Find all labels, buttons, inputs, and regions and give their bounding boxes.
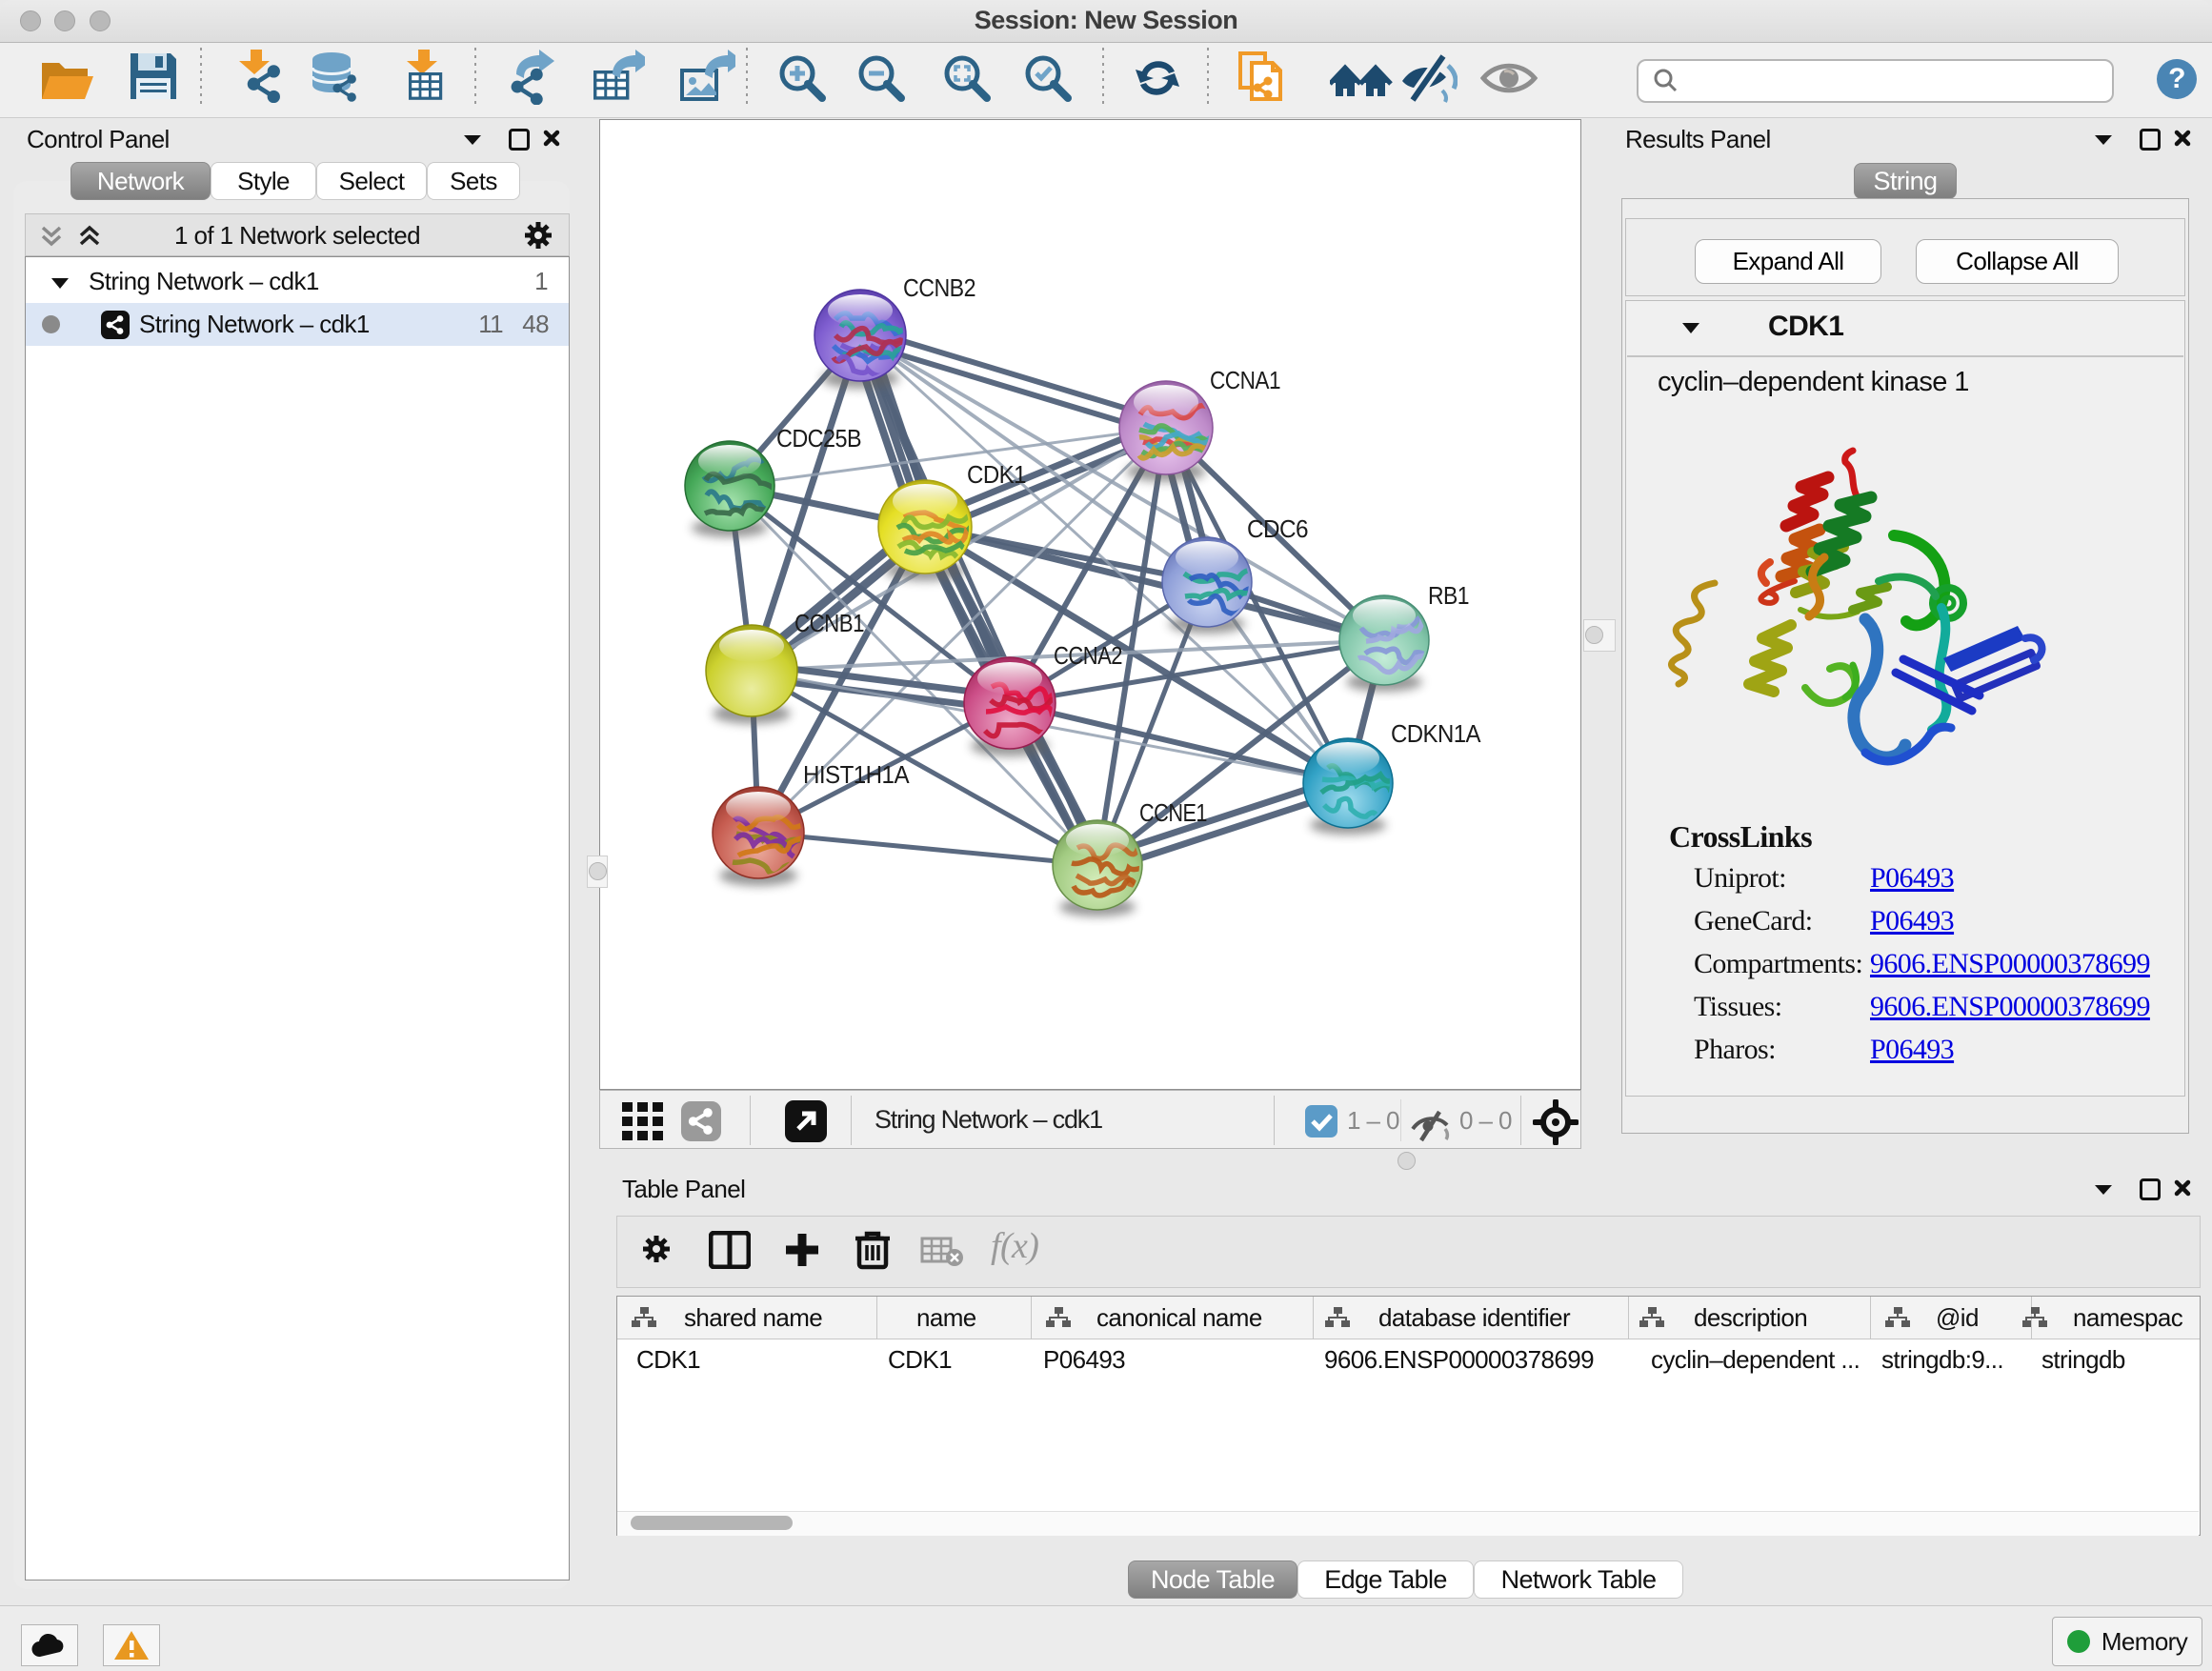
svg-text:CDC25B: CDC25B — [776, 424, 861, 453]
svg-text:CDC6: CDC6 — [1247, 514, 1308, 543]
svg-text:?: ? — [2168, 63, 2185, 94]
svg-text:CCNA2: CCNA2 — [1054, 641, 1122, 670]
svg-text:CDK1: CDK1 — [967, 460, 1026, 489]
svg-text:CCNE1: CCNE1 — [1139, 798, 1207, 827]
svg-text:RB1: RB1 — [1428, 581, 1469, 610]
svg-text:CDKN1A: CDKN1A — [1391, 719, 1481, 748]
svg-text:CCNA1: CCNA1 — [1210, 366, 1280, 394]
svg-text:HIST1H1A: HIST1H1A — [803, 760, 910, 789]
svg-text:CCNB2: CCNB2 — [903, 273, 975, 302]
svg-text:CCNB1: CCNB1 — [794, 609, 864, 637]
